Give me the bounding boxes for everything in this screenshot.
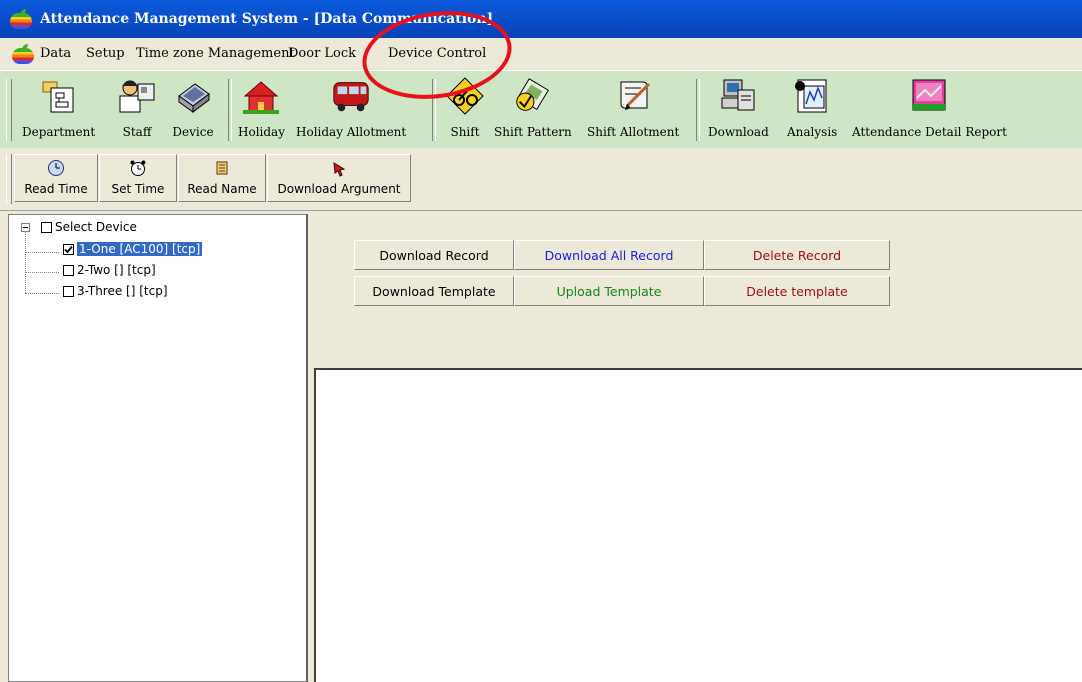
menu-device-control[interactable]: Device Control [388,46,486,61]
toolbar-separator [228,79,232,141]
analysis-button[interactable]: Analysis [787,75,837,145]
root-checkbox[interactable] [41,221,52,233]
device-button[interactable]: Device [172,75,214,145]
shift-pattern-icon [512,75,554,117]
set-time-label: Set Time [111,182,165,196]
menu-data[interactable]: Data [40,46,71,61]
bus-icon [330,75,372,117]
read-name-label: Read Name [187,182,257,196]
tree-connector [25,231,26,293]
tree-item-device-2[interactable]: 2-Two [] [tcp] [63,263,156,277]
menu-door-lock[interactable]: Door Lock [288,46,356,61]
shift-allotment-button[interactable]: Shift Allotment [587,75,679,145]
tree-connector [25,272,59,273]
tree-item-device-1[interactable]: 1-One [AC100] [tcp] [63,242,203,256]
shift-label: Shift [450,125,480,139]
analysis-label: Analysis [787,125,838,139]
shift-allotment-label: Shift Allotment [587,125,680,139]
shift-allotment-icon [612,75,654,117]
main-toolbar: Department Staff Device Holiday Holiday … [0,70,1082,150]
holiday-allotment-label: Holiday Allotment [296,125,407,139]
download-button[interactable]: Download [708,75,769,145]
set-time-button[interactable]: Set Time [99,154,177,202]
holiday-label: Holiday [238,125,285,139]
device-2-label: 2-Two [] [tcp] [77,263,156,277]
delete-template-button[interactable]: Delete template [704,276,890,306]
department-icon [38,75,80,117]
staff-icon [116,75,158,117]
device-icon [172,75,214,117]
output-log-area[interactable] [314,368,1082,682]
device-1-label: 1-One [AC100] [tcp] [77,242,203,256]
attendance-detail-report-button[interactable]: Attendance Detail Report [852,75,1007,145]
app-logo-icon [10,9,32,29]
shift-pattern-button[interactable]: Shift Pattern [494,75,572,145]
download-argument-icon [330,158,348,178]
menu-setup[interactable]: Setup [86,46,125,61]
read-time-button[interactable]: Read Time [14,154,98,202]
alarm-clock-icon [129,158,147,178]
toolbar-separator [696,79,700,141]
device-1-checkbox[interactable] [63,243,74,255]
read-name-button[interactable]: Read Name [178,154,266,202]
menu-bar: Data Setup Time zone Management Door Loc… [0,38,1082,70]
menu-time-zone-management[interactable]: Time zone Management [136,46,295,61]
device-tree: Select Device 1-One [AC100] [tcp] 2-Two … [8,214,308,682]
data-communication-panel: Download Record Download All Record Dele… [314,214,1082,368]
toolbar-separator [432,79,436,141]
download-argument-button[interactable]: Download Argument [267,154,411,202]
device-3-label: 3-Three [] [tcp] [77,284,168,298]
download-argument-label: Download Argument [277,182,401,196]
device-toolbar: Read Time Set Time Read Name Download Ar… [0,148,1082,211]
analysis-icon [791,75,833,117]
download-record-button[interactable]: Download Record [354,240,514,270]
window-title: Attendance Management System - [Data Com… [40,11,494,27]
tree-item-device-3[interactable]: 3-Three [] [tcp] [63,284,168,298]
download-icon [717,75,759,117]
toolbar-grip[interactable] [6,79,12,141]
tree-root-label: Select Device [55,220,137,234]
staff-label: Staff [122,125,152,139]
download-template-button[interactable]: Download Template [354,276,514,306]
tree-root-select-device[interactable]: Select Device [41,220,137,234]
download-label: Download [708,125,769,139]
device-2-checkbox[interactable] [63,264,74,276]
clock-icon [47,158,65,178]
holiday-icon [240,75,282,117]
department-label: Department [22,125,96,139]
holiday-button[interactable]: Holiday [238,75,285,145]
read-name-icon [213,158,231,178]
tree-connector [25,293,59,294]
device-3-checkbox[interactable] [63,285,74,297]
download-all-record-button[interactable]: Download All Record [514,240,704,270]
staff-button[interactable]: Staff [116,75,158,145]
shift-button[interactable]: Shift [444,75,486,145]
shift-icon [444,75,486,117]
toolbar-grip[interactable] [6,154,12,204]
department-button[interactable]: Department [22,75,95,145]
read-time-label: Read Time [24,182,88,196]
tree-collapse-toggle[interactable] [21,223,30,232]
shift-pattern-label: Shift Pattern [494,125,572,139]
delete-record-button[interactable]: Delete Record [704,240,890,270]
menu-app-icon[interactable] [12,44,34,64]
upload-template-button[interactable]: Upload Template [514,276,704,306]
title-bar: Attendance Management System - [Data Com… [0,0,1082,38]
report-icon [908,75,950,117]
holiday-allotment-button[interactable]: Holiday Allotment [296,75,406,145]
attendance-detail-report-label: Attendance Detail Report [852,125,1007,139]
tree-connector [25,252,59,253]
device-label: Device [172,125,214,139]
